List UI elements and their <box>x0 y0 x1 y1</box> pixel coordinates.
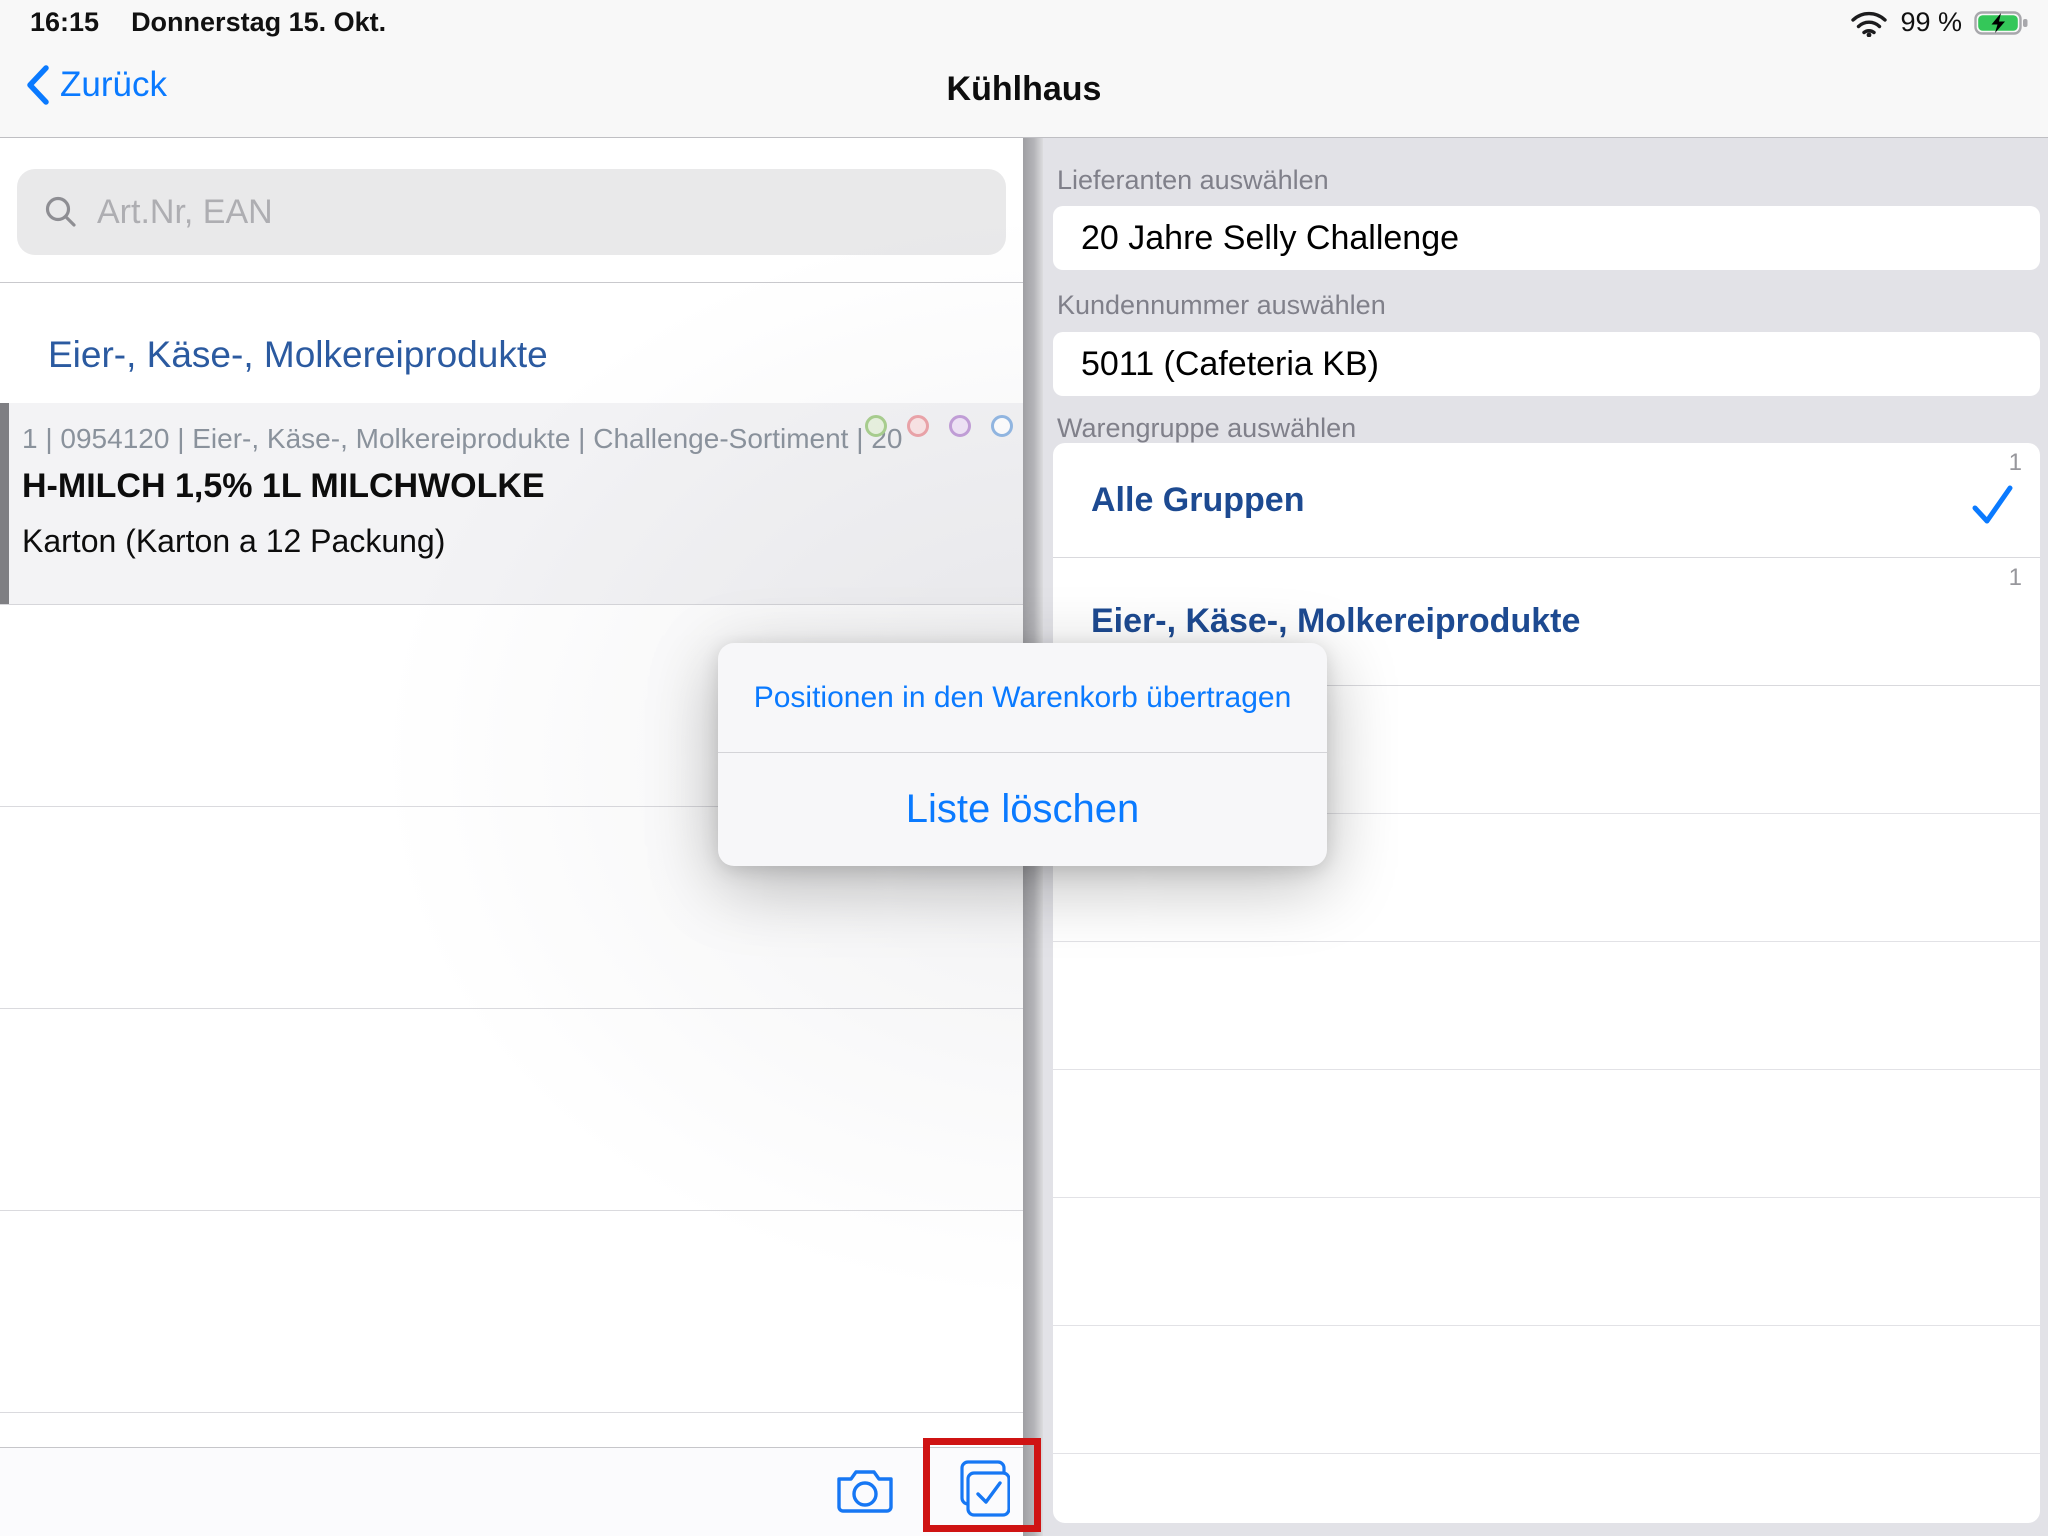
app-screen: 16:15 Donnerstag 15. Okt. 99 % <box>0 0 2048 1536</box>
list-divider <box>0 1008 1023 1009</box>
camera-button[interactable] <box>833 1467 897 1515</box>
transfer-to-cart-button[interactable]: Positionen in den Warenkorb übertragen <box>718 643 1327 753</box>
checkmark-icon <box>1970 483 2016 527</box>
product-unit: Karton (Karton a 12 Packung) <box>22 523 445 560</box>
status-dot-purple <box>949 415 971 437</box>
product-row-strip <box>0 403 9 604</box>
group-row-count: 1 <box>2009 564 2022 592</box>
customer-select[interactable]: 5011 (Cafeteria KB) <box>1053 332 2040 396</box>
empty-list-row <box>1053 1198 2040 1326</box>
group-row-label: Alle Gruppen <box>1091 443 1304 557</box>
status-bar: 16:15 Donnerstag 15. Okt. 99 % <box>0 0 2048 42</box>
list-actions-popover: Positionen in den Warenkorb übertragen L… <box>718 643 1327 866</box>
page-title: Kühlhaus <box>0 70 2048 109</box>
delete-list-button[interactable]: Liste löschen <box>718 753 1327 865</box>
group-row-all[interactable]: Alle Gruppen 1 <box>1053 443 2040 558</box>
search-icon <box>43 194 79 230</box>
header: 16:15 Donnerstag 15. Okt. 99 % <box>0 0 2048 138</box>
wifi-icon <box>1850 9 1888 37</box>
empty-list-row <box>1053 1070 2040 1198</box>
supplier-value: 20 Jahre Selly Challenge <box>1081 219 1459 258</box>
product-title: H-MILCH 1,5% 1L MILCHWOLKE <box>22 467 545 506</box>
search-zone <box>0 138 1023 283</box>
search-input[interactable] <box>95 192 980 233</box>
group-row-count: 1 <box>2009 449 2022 477</box>
product-row[interactable]: 1 | 0954120 | Eier-, Käse-, Molkereiprod… <box>0 403 1023 605</box>
battery-charging-icon <box>1974 9 2030 37</box>
group-label: Warengruppe auswählen <box>1057 413 1356 444</box>
status-time: 16:15 <box>30 7 99 38</box>
status-date: Donnerstag 15. Okt. <box>131 7 386 38</box>
status-dot-blue <box>991 415 1013 437</box>
supplier-label: Lieferanten auswählen <box>1057 165 1329 196</box>
empty-list-row <box>1053 1326 2040 1454</box>
product-status-dots <box>865 415 1013 437</box>
battery-percent: 99 % <box>1900 7 1962 38</box>
transfer-list-button[interactable] <box>954 1460 1010 1518</box>
list-divider <box>0 1210 1023 1211</box>
nav-bar: Zurück Kühlhaus <box>0 42 2048 138</box>
group-list: Alle Gruppen 1 Eier-, Käse-, Molkereipro… <box>1053 443 2040 1523</box>
supplier-select[interactable]: 20 Jahre Selly Challenge <box>1053 206 2040 270</box>
empty-list-row <box>1053 942 2040 1070</box>
customer-value: 5011 (Cafeteria KB) <box>1081 345 1379 384</box>
customer-label: Kundennummer auswählen <box>1057 290 1386 321</box>
category-header: Eier-, Käse-, Molkereiprodukte <box>48 334 548 376</box>
list-divider <box>0 1412 1023 1413</box>
product-meta: 1 | 0954120 | Eier-, Käse-, Molkereiprod… <box>22 423 902 455</box>
status-dot-red <box>907 415 929 437</box>
search-field[interactable] <box>17 169 1006 255</box>
status-dot-green <box>865 415 887 437</box>
